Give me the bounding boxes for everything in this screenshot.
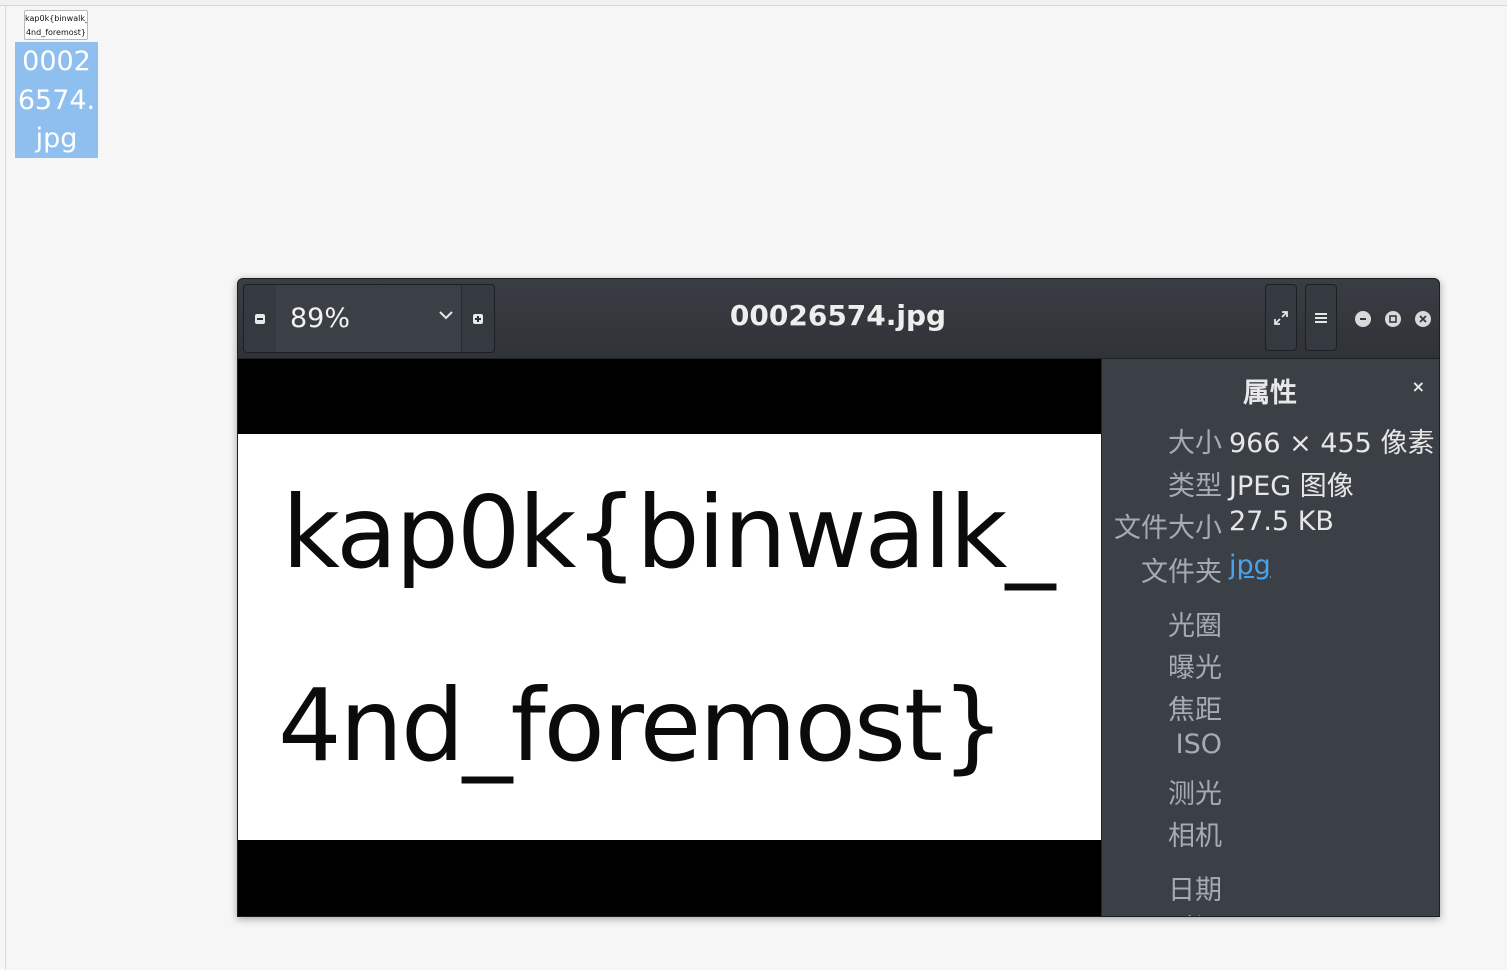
- property-value: 27.5 KB: [1229, 506, 1334, 537]
- file-name-label[interactable]: 0002 6574. jpg: [15, 42, 98, 158]
- hamburger-icon: [1315, 312, 1327, 323]
- fullscreen-icon: [1274, 310, 1288, 325]
- close-properties-button[interactable]: ×: [1412, 377, 1425, 396]
- property-key: 时间: [1168, 907, 1222, 916]
- file-name-line: jpg: [35, 123, 78, 154]
- property-row-focal-length: 焦距: [1102, 688, 1438, 728]
- property-row-file-size: 文件大小 27.5 KB: [1102, 506, 1438, 546]
- property-row-iso: ISO: [1102, 729, 1438, 769]
- properties-title: 属性: [1243, 378, 1297, 409]
- displayed-image: kap0k{binwalk_ 4nd_foremost}: [238, 434, 1101, 840]
- zoom-out-button[interactable]: [244, 285, 277, 352]
- property-value: 966 × 455 像素: [1229, 428, 1435, 459]
- image-viewer-window: 89% 00026574.jpg kap0k{binwalk_ 4nd_fore…: [237, 278, 1440, 917]
- property-key: 相机: [1168, 821, 1222, 852]
- property-key: 日期: [1168, 875, 1222, 906]
- minimize-icon: [1360, 318, 1366, 320]
- zoom-in-icon: [473, 313, 483, 324]
- property-key: 文件夹: [1141, 557, 1222, 588]
- zoom-control: 89%: [243, 284, 495, 353]
- property-key: 大小: [1168, 428, 1222, 459]
- thumbnail-line: kap0k{binwalk_: [25, 14, 88, 23]
- header-bar: 89% 00026574.jpg: [238, 279, 1439, 359]
- zoom-out-icon: [255, 313, 265, 324]
- minimize-button[interactable]: [1355, 311, 1371, 327]
- file-name-line: 0002: [22, 46, 91, 77]
- property-row-size: 大小 966 × 455 像素: [1102, 421, 1438, 461]
- image-text-line: kap0k{binwalk_: [282, 474, 1055, 591]
- image-canvas[interactable]: kap0k{binwalk_ 4nd_foremost}: [238, 359, 1101, 916]
- maximize-icon: [1389, 315, 1397, 323]
- file-name-line: 6574.: [17, 84, 96, 116]
- property-key: 曝光: [1168, 653, 1222, 684]
- property-row-metering: 测光: [1102, 772, 1438, 812]
- folder-link[interactable]: jpg: [1229, 550, 1271, 581]
- property-key: 文件大小: [1114, 513, 1222, 544]
- property-key: ISO: [1175, 729, 1222, 760]
- property-row-camera: 相机: [1102, 814, 1438, 854]
- zoom-level-dropdown[interactable]: 89%: [276, 285, 462, 352]
- property-key: 光圈: [1168, 611, 1222, 642]
- property-row-aperture: 光圈: [1102, 604, 1438, 644]
- property-row-exposure: 曝光: [1102, 646, 1438, 686]
- zoom-level-value: 89%: [290, 303, 351, 334]
- file-thumbnail: kap0k{binwalk_ 4nd_foremost}: [24, 10, 88, 40]
- property-value: JPEG 图像: [1229, 471, 1354, 502]
- property-row-type: 类型 JPEG 图像: [1102, 464, 1438, 504]
- properties-panel: 属性 × 大小 966 × 455 像素 类型 JPEG 图像 文件大小 27.…: [1101, 359, 1439, 916]
- property-key: 测光: [1168, 779, 1222, 810]
- property-row-folder: 文件夹 jpg: [1102, 550, 1438, 590]
- maximize-button[interactable]: [1385, 311, 1401, 327]
- property-row-date: 日期: [1102, 868, 1438, 908]
- desktop-top-edge: [0, 0, 1507, 6]
- close-icon: [1419, 315, 1427, 323]
- zoom-in-button[interactable]: [461, 285, 494, 352]
- property-key: 类型: [1168, 471, 1222, 502]
- desktop-left-edge: [5, 5, 6, 970]
- thumbnail-line: 4nd_foremost}: [25, 28, 87, 37]
- menu-button[interactable]: [1305, 284, 1337, 351]
- fullscreen-button[interactable]: [1265, 284, 1297, 351]
- chevron-down-icon: [439, 311, 453, 320]
- property-key: 焦距: [1168, 695, 1222, 726]
- property-row-time: 时间: [1102, 907, 1438, 916]
- window-title: 00026574.jpg: [729, 299, 947, 332]
- image-text-line: 4nd_foremost}: [278, 667, 1005, 784]
- close-window-button[interactable]: [1415, 311, 1431, 327]
